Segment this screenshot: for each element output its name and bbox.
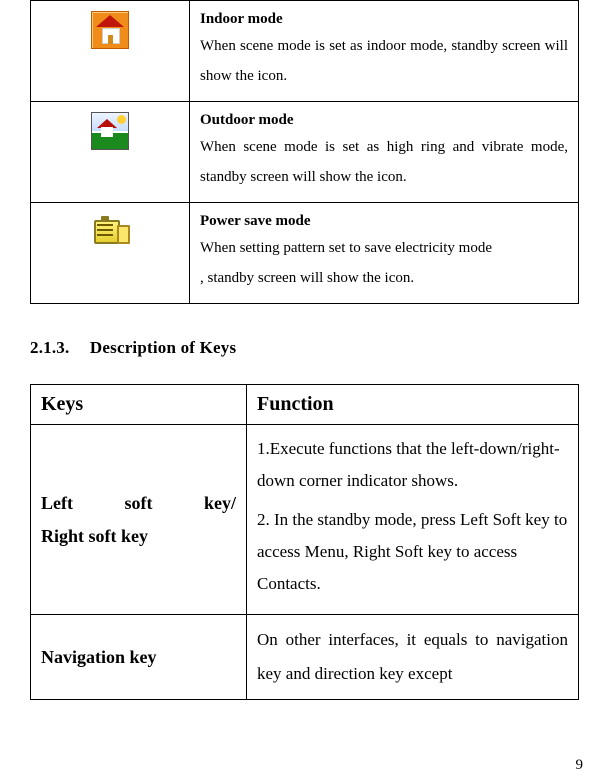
mode-title: Indoor mode <box>200 7 568 31</box>
key-name-line2: Right soft key <box>41 520 148 552</box>
table-row: Outdoor mode When scene mode is set as h… <box>31 102 579 203</box>
header-function: Function <box>247 385 579 425</box>
power-save-icon <box>90 216 130 246</box>
key-function-cell: On other interfaces, it equals to naviga… <box>247 615 579 700</box>
section-heading: 2.1.3. Description of Keys <box>30 338 579 358</box>
function-text: On other interfaces, it equals to naviga… <box>257 630 568 683</box>
mode-icon-cell <box>31 203 190 304</box>
mode-icon-cell <box>31 102 190 203</box>
mode-title: Outdoor mode <box>200 108 568 132</box>
indoor-mode-icon <box>91 11 129 49</box>
mode-icon-cell <box>31 1 190 102</box>
mode-desc-line1: When setting pattern set to save electri… <box>200 240 492 256</box>
mode-desc: When scene mode is set as indoor mode, s… <box>200 38 568 84</box>
keys-table: Keys Function Left soft key/ Right soft … <box>30 384 579 700</box>
mode-desc: When scene mode is set as high ring and … <box>200 139 568 185</box>
modes-table: Indoor mode When scene mode is set as in… <box>30 0 579 304</box>
table-row: Power save mode When setting pattern set… <box>31 203 579 304</box>
table-row: Navigation key On other interfaces, it e… <box>31 615 579 700</box>
table-header-row: Keys Function <box>31 385 579 425</box>
mode-title: Power save mode <box>200 209 568 233</box>
mode-desc-cell: Power save mode When setting pattern set… <box>190 203 579 304</box>
page-number: 9 <box>576 757 584 774</box>
mode-desc-line2: , standby screen will show the icon. <box>200 270 414 286</box>
table-row: Left soft key/ Right soft key 1.Execute … <box>31 425 579 615</box>
key-name: Navigation key <box>41 647 157 667</box>
mode-desc-cell: Indoor mode When scene mode is set as in… <box>190 1 579 102</box>
key-name-cell: Left soft key/ Right soft key <box>31 425 247 615</box>
table-row: Indoor mode When scene mode is set as in… <box>31 1 579 102</box>
mode-desc-cell: Outdoor mode When scene mode is set as h… <box>190 102 579 203</box>
key-name-cell: Navigation key <box>31 615 247 700</box>
key-function-cell: 1.Execute functions that the left-down/r… <box>247 425 579 615</box>
function-item-2: 2. In the standby mode, press Left Soft … <box>257 504 568 601</box>
section-title: Description of Keys <box>90 338 236 357</box>
function-item-1: 1.Execute functions that the left-down/r… <box>257 433 568 498</box>
key-name-line1: Left soft key/ <box>41 487 236 519</box>
outdoor-mode-icon <box>91 112 129 150</box>
section-number: 2.1.3. <box>30 338 69 357</box>
header-keys: Keys <box>31 385 247 425</box>
